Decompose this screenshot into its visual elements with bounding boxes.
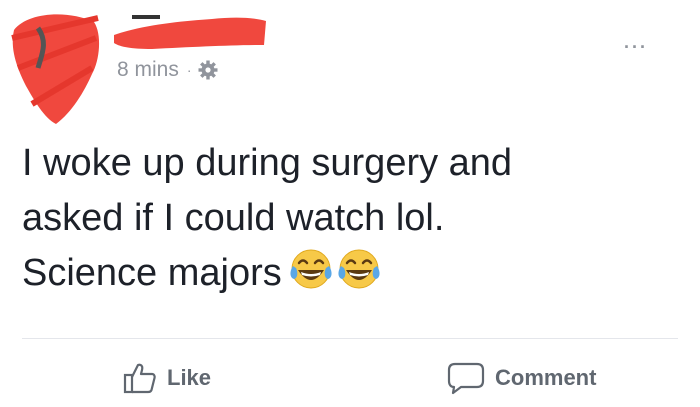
facebook-post: 8 mins · ... I woke up during surgery an… [0,0,700,407]
post-body-line: Science majors [22,252,282,294]
post-meta: 8 mins · [117,57,218,83]
post-divider [22,338,678,339]
post-body: I woke up during surgery and asked if I … [22,136,682,301]
post-timestamp[interactable]: 8 mins [117,58,179,82]
like-label: Like [167,365,212,390]
emoji-group [288,246,384,292]
post-body-line: I woke up during surgery and [22,142,513,184]
more-options-button[interactable]: ... [624,32,648,53]
post-body-line-last: Science majors [22,246,682,301]
post-body-line: asked if I could watch lol. [22,197,445,239]
redacted-name [114,15,266,49]
gear-icon[interactable] [198,60,218,80]
comment-button[interactable]: Comment [447,358,596,398]
redacted-avatar [11,14,100,124]
tears-of-joy-emoji-icon [338,249,380,289]
comment-bubble-icon [447,362,485,395]
thumbs-up-icon [123,363,156,394]
like-button[interactable]: Like [123,358,211,398]
tears-of-joy-emoji-icon [290,249,332,289]
comment-label: Comment [495,365,597,390]
meta-separator: · [186,62,192,78]
